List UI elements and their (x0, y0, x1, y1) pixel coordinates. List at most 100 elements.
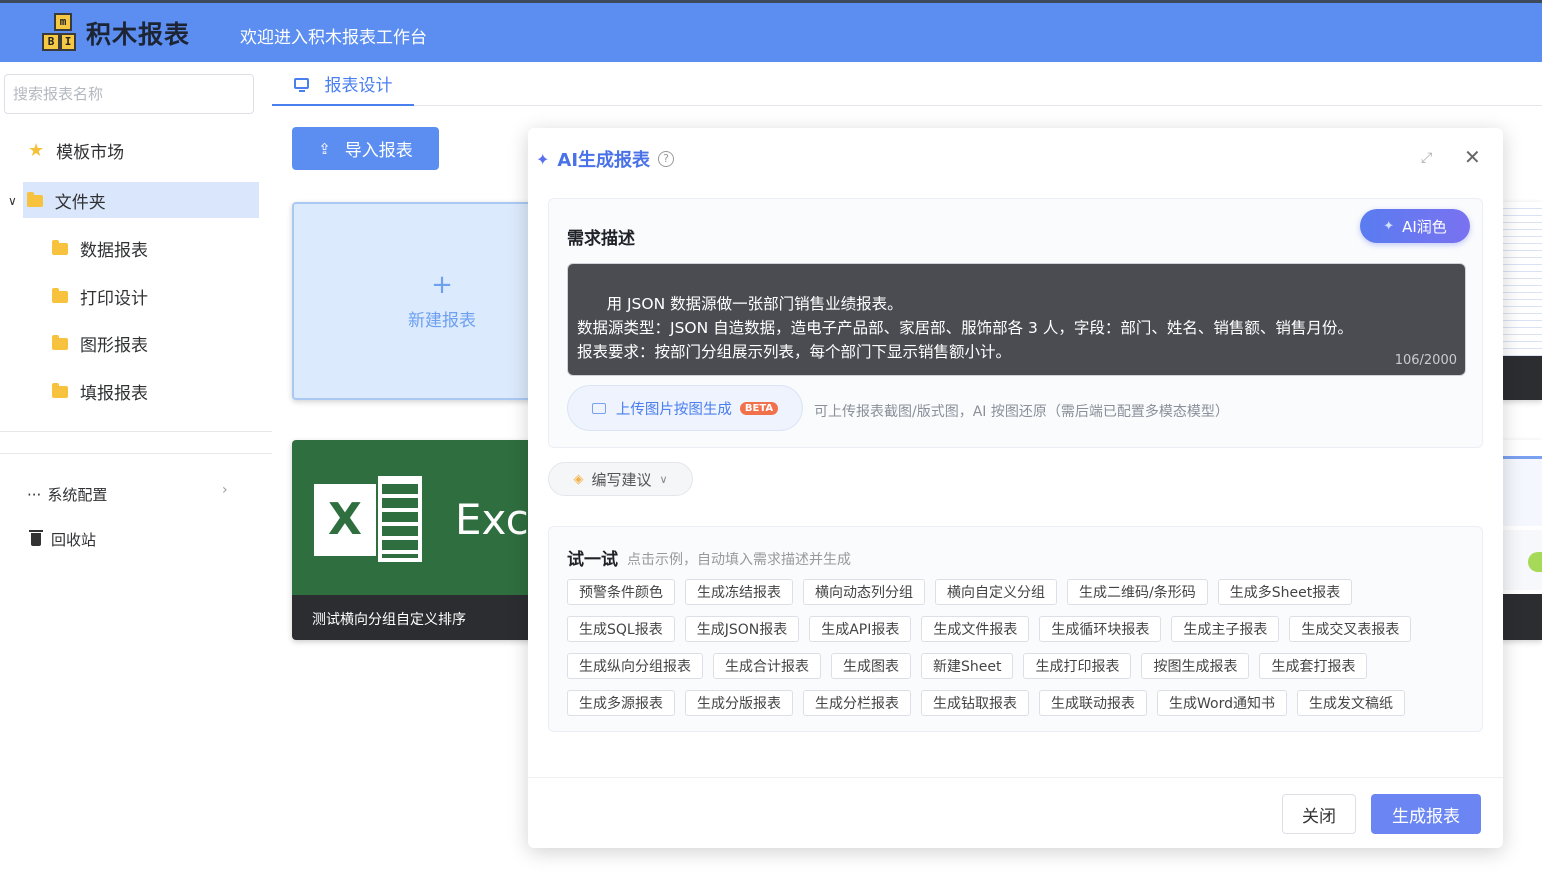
example-chip[interactable]: 生成套打报表 (1259, 653, 1368, 679)
tab-report-design[interactable]: 报表设计 (272, 62, 414, 106)
logo-icon: m B I (42, 13, 76, 53)
example-chip[interactable]: 横向动态列分组 (803, 579, 925, 605)
chevron-down-icon[interactable]: ∨ (8, 194, 17, 208)
chip-row: 生成SQL报表 生成JSON报表 生成API报表 生成文件报表 生成循环块报表 … (567, 616, 1421, 642)
ai-polish-button[interactable]: ✦ AI润色 (1360, 209, 1470, 243)
star-icon: ★ (28, 140, 45, 161)
example-chip[interactable]: 生成SQL报表 (567, 616, 675, 642)
example-chip[interactable]: 生成发文稿纸 (1296, 690, 1405, 716)
close-icon[interactable]: ✕ (1464, 145, 1481, 169)
folder-icon (52, 382, 68, 398)
monitor-icon (293, 77, 309, 92)
example-chip[interactable]: 生成Word通知书 (1157, 690, 1287, 716)
logo-block-i: I (60, 33, 76, 51)
folder-icon (52, 239, 68, 255)
example-chip[interactable]: 生成纵向分组报表 (567, 653, 703, 679)
sidebar-item-system-config[interactable]: ··· 系统配置 (27, 484, 107, 505)
generate-report-button[interactable]: 生成报表 (1371, 794, 1481, 834)
requirement-text: 用 JSON 数据源做一张部门销售业绩报表。 数据源类型：JSON 自造数据，造… (577, 295, 1353, 361)
folder-icon (26, 191, 43, 207)
example-chip[interactable]: 生成循环块报表 (1039, 616, 1162, 642)
top-header: m B I 积木报表 欢迎进入积木报表工作台 (0, 0, 1542, 62)
example-chip[interactable]: 生成API报表 (809, 616, 912, 642)
image-icon (591, 402, 606, 414)
example-chip[interactable]: 生成打印报表 (1023, 653, 1132, 679)
sidebar-item-label: 系统配置 (47, 486, 108, 504)
beta-badge: BETA (739, 401, 779, 415)
example-chip[interactable]: 新建Sheet (921, 653, 1014, 679)
chevron-down-icon: ∨ (659, 472, 668, 486)
char-counter: 106/2000 (1394, 353, 1457, 368)
example-chip[interactable]: 生成多Sheet报表 (1217, 579, 1353, 605)
chevron-right-icon[interactable]: › (222, 482, 228, 498)
import-label: 导入报表 (344, 141, 413, 161)
example-chip[interactable]: 预警条件颜色 (567, 579, 675, 605)
example-chip[interactable]: 生成合计报表 (713, 653, 821, 679)
try-hint: 点击示例，自动填入需求描述并生成 (627, 552, 851, 568)
example-chip[interactable]: 生成联动报表 (1039, 690, 1147, 716)
trash-icon (29, 530, 43, 546)
chip-row: 生成多源报表 生成分版报表 生成分栏报表 生成钻取报表 生成联动报表 生成Wor… (567, 690, 1415, 716)
try-title: 试一试 (567, 550, 618, 570)
example-chip[interactable]: 生成钻取报表 (921, 690, 1029, 716)
welcome-text: 欢迎进入积木报表工作台 (240, 28, 427, 48)
example-chip[interactable]: 生成二维码/条形码 (1067, 579, 1208, 605)
sidebar-item-chart-report[interactable]: 图形报表 (52, 331, 148, 356)
example-chip[interactable]: 生成多源报表 (567, 690, 675, 716)
sidebar-divider (0, 431, 272, 432)
example-chip[interactable]: 按图生成报表 (1141, 653, 1250, 679)
sidebar-item-data-report[interactable]: 数据报表 (52, 236, 148, 261)
cloud-upload-icon: ⇪ (318, 139, 331, 158)
sidebar-item-fill-report[interactable]: 填报报表 (52, 379, 148, 404)
fullscreen-icon[interactable]: ⤢ (1421, 150, 1432, 166)
ai-polish-label: AI润色 (1402, 217, 1447, 236)
report-card-thumbnail[interactable] (1500, 202, 1542, 400)
folder-icon (52, 287, 68, 303)
sidebar-item-recycle[interactable]: 回收站 (29, 529, 96, 550)
logo-text: 积木报表 (86, 20, 191, 49)
requirement-textarea[interactable]: 用 JSON 数据源做一张部门销售业绩报表。 数据源类型：JSON 自造数据，造… (567, 263, 1466, 376)
upload-image-button[interactable]: 上传图片按图生成 BETA (567, 385, 803, 431)
help-icon[interactable]: ? (658, 151, 675, 167)
example-chip[interactable]: 生成图表 (831, 653, 911, 679)
tab-bar: 报表设计 (272, 62, 1542, 106)
example-chip[interactable]: 生成冻结报表 (685, 579, 793, 605)
report-card[interactable]: X Exc 测试横向分组自定义排序 (292, 440, 542, 640)
bulb-icon: ◈ (573, 471, 584, 487)
example-chip[interactable]: 生成主子报表 (1171, 616, 1280, 642)
chip-row: 预警条件颜色 生成冻结报表 横向动态列分组 横向自定义分组 生成二维码/条形码 … (567, 579, 1362, 605)
import-report-button[interactable]: ⇪ 导入报表 (292, 127, 439, 170)
more-icon: ··· (27, 485, 42, 504)
example-chip[interactable]: 横向自定义分组 (935, 579, 1057, 605)
new-report-card[interactable]: + 新建报表 (292, 202, 542, 400)
sidebar-item-label: 打印设计 (80, 289, 148, 309)
example-chip[interactable]: 生成JSON报表 (684, 616, 800, 642)
excel-word: Exc (455, 495, 529, 544)
requirement-label: 需求描述 (567, 229, 635, 249)
tab-label: 报表设计 (324, 75, 393, 96)
sidebar-divider (0, 453, 272, 454)
search-input[interactable] (4, 74, 254, 114)
folder-icon (52, 334, 68, 350)
excel-icon: X (314, 476, 422, 562)
sidebar-item-label: 模板市场 (56, 143, 125, 163)
close-button[interactable]: 关闭 (1282, 794, 1356, 834)
sidebar-item-label: 数据报表 (80, 241, 148, 261)
upload-hint: 可上传报表截图/版式图，AI 按图还原（需后端已配置多模态模型） (814, 404, 1229, 420)
example-chip[interactable]: 生成交叉表报表 (1289, 616, 1412, 642)
report-card-thumbnail[interactable] (1500, 440, 1542, 640)
sidebar-item-market[interactable]: ★ 模板市场 (28, 138, 124, 163)
sidebar-item-label: 文件夹 (54, 193, 106, 213)
sparkle-icon: ✦ (536, 149, 550, 169)
sidebar-item-folder[interactable]: ∨ 文件夹 (8, 188, 106, 213)
writing-tips-button[interactable]: ◈ 编写建议 ∨ (548, 462, 693, 496)
chip-row: 生成纵向分组报表 生成合计报表 生成图表 新建Sheet 生成打印报表 按图生成… (567, 653, 1377, 679)
report-card-title: 测试横向分组自定义排序 (292, 595, 542, 640)
requirement-panel: 需求描述 ✦ AI润色 用 JSON 数据源做一张部门销售业绩报表。 数据源类型… (548, 198, 1483, 448)
example-chip[interactable]: 生成分版报表 (685, 690, 793, 716)
example-chip[interactable]: 生成文件报表 (921, 616, 1030, 642)
sidebar-item-label: 填报报表 (80, 384, 148, 404)
example-chip[interactable]: 生成分栏报表 (803, 690, 911, 716)
sidebar-item-print-design[interactable]: 打印设计 (52, 284, 148, 309)
logo-block-m: m (54, 13, 72, 31)
